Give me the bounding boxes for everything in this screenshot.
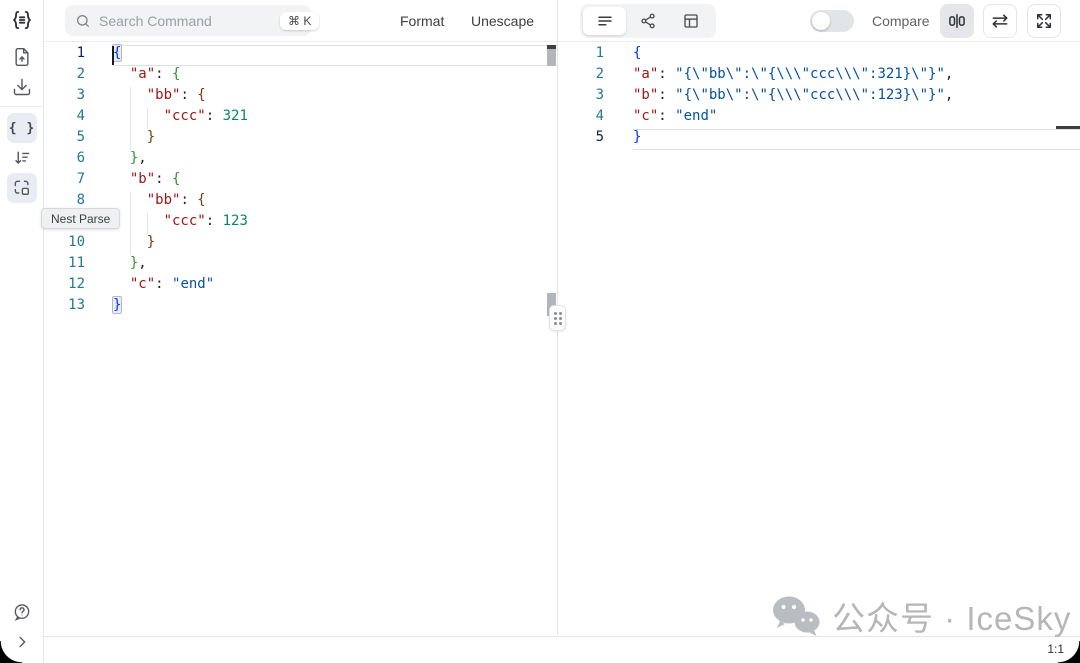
braces-icon: { } <box>9 121 35 136</box>
overview-line-mark <box>547 49 556 66</box>
code-line: "a": { <box>113 66 557 87</box>
right-editor-gutter: 12345 <box>560 45 633 150</box>
import-file-icon <box>12 47 32 67</box>
code-line: }, <box>113 255 557 276</box>
format-button[interactable]: Format <box>400 0 444 42</box>
statusbar: 1:1 <box>44 636 1080 663</box>
divider-grip-handle[interactable] <box>549 305 566 331</box>
indent-guide <box>147 108 148 129</box>
expand-icon <box>1034 11 1054 31</box>
swap-button[interactable] <box>983 4 1017 38</box>
indent-guide <box>130 87 131 150</box>
graph-view-icon <box>639 12 657 30</box>
code-line: } <box>633 129 1080 150</box>
braces-format-button[interactable]: { } <box>7 113 37 143</box>
code-line: "c": "end" <box>633 108 1080 129</box>
rounded-corner <box>1058 641 1080 663</box>
code-line: } <box>113 297 557 318</box>
download-icon <box>12 77 32 97</box>
line-number: 12 <box>45 276 113 297</box>
line-number: 2 <box>45 66 113 87</box>
code-line: } <box>113 234 557 255</box>
search-command-box[interactable]: ⌘ K <box>65 5 311 36</box>
line-number: 3 <box>45 87 113 108</box>
table-view-icon <box>682 12 700 30</box>
right-editor-code[interactable]: {"a": "{\"bb\":\"{\\\"ccc\\\":321}\"}","… <box>633 45 1080 150</box>
nest-parse-button[interactable] <box>7 173 37 203</box>
code-line: "c": "end" <box>113 276 557 297</box>
nest-parse-tooltip: Nest Parse <box>41 208 120 229</box>
line-number: 1 <box>560 45 633 66</box>
code-line: { <box>113 45 557 66</box>
compare-toggle-knob <box>812 12 830 30</box>
graph-view-tab[interactable] <box>626 7 669 35</box>
code-line: { <box>633 45 1080 66</box>
search-icon <box>75 13 91 29</box>
code-line: "bb": { <box>113 87 557 108</box>
indent-guide <box>130 192 131 255</box>
line-number: 7 <box>45 171 113 192</box>
text-view-tab[interactable] <box>583 7 626 35</box>
compare-label: Compare <box>872 0 930 42</box>
view-switcher <box>580 4 716 38</box>
sidebar-divider <box>0 106 44 107</box>
code-line: "b": { <box>113 171 557 192</box>
compare-toggle[interactable] <box>810 10 854 32</box>
line-number: 6 <box>45 150 113 171</box>
search-input[interactable] <box>99 13 280 29</box>
unescape-button[interactable]: Unescape <box>471 0 534 42</box>
swap-arrows-icon <box>990 11 1010 31</box>
shortcut-badge: ⌘ K <box>280 12 319 30</box>
line-number: 4 <box>45 108 113 129</box>
import-file-button[interactable] <box>7 42 37 72</box>
text-view-icon <box>596 12 614 30</box>
sidebar: { } <box>0 0 44 663</box>
right-editor[interactable]: 12345 {"a": "{\"bb\":\"{\\\"ccc\\\":321}… <box>560 43 1080 635</box>
help-button[interactable] <box>7 597 37 627</box>
code-line: }, <box>113 150 557 171</box>
code-line: "b": "{\"bb\":\"{\\\"ccc\\\":123}\"}", <box>633 87 1080 108</box>
sort-lines-button[interactable] <box>7 143 37 173</box>
line-number: 3 <box>560 87 633 108</box>
nest-parse-icon <box>12 178 32 198</box>
split-view-button[interactable] <box>940 4 974 38</box>
rounded-corner <box>0 641 22 663</box>
help-icon <box>12 602 32 622</box>
code-line: } <box>113 129 557 150</box>
line-number: 5 <box>45 129 113 150</box>
code-line: "ccc": 321 <box>113 108 557 129</box>
sort-lines-icon <box>12 148 32 168</box>
left-editor-gutter: 12345678910111213 <box>45 45 113 318</box>
overview-cursor-mark <box>1056 126 1080 129</box>
left-editor[interactable]: 12345678910111213 { "a": { "bb": { "ccc"… <box>45 43 557 635</box>
expand-button[interactable] <box>1027 4 1061 38</box>
line-number: 1 <box>45 45 113 66</box>
line-number: 11 <box>45 255 113 276</box>
code-line: "ccc": 123 <box>113 213 557 234</box>
line-number: 13 <box>45 297 113 318</box>
code-line: "bb": { <box>113 192 557 213</box>
line-number: 4 <box>560 108 633 129</box>
left-editor-code[interactable]: { "a": { "bb": { "ccc": 321 } }, "b": { … <box>113 45 557 318</box>
line-number: 2 <box>560 66 633 87</box>
indent-guide <box>147 213 148 234</box>
topbar: ⌘ K Format Unescape <box>44 0 1080 42</box>
app-logo-icon <box>9 7 35 33</box>
code-line: "a": "{\"bb\":\"{\\\"ccc\\\":321}\"}", <box>633 66 1080 87</box>
download-button[interactable] <box>7 72 37 102</box>
table-view-tab[interactable] <box>669 7 712 35</box>
line-number: 5 <box>560 129 633 150</box>
line-number: 10 <box>45 234 113 255</box>
split-view-icon <box>947 11 967 31</box>
